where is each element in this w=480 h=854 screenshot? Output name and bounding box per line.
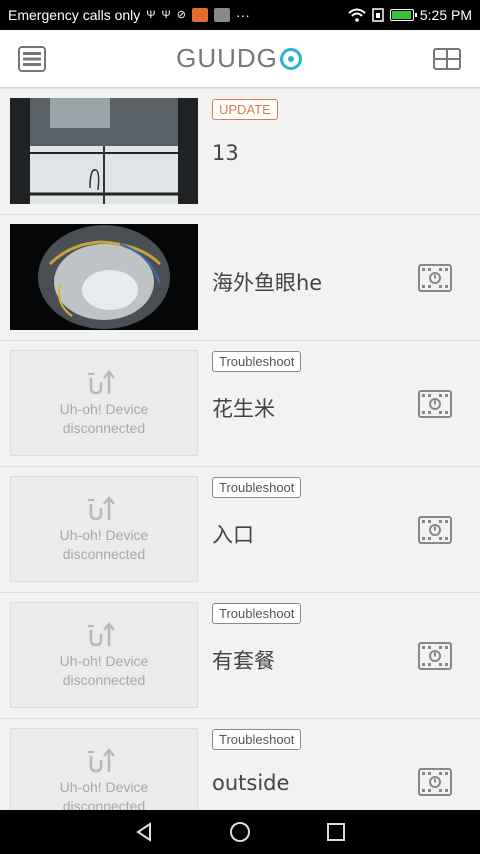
logo-text: GUUDG [176, 43, 278, 73]
device-row[interactable]: Uh-oh! Device disconnected Troubleshoot … [0, 719, 480, 810]
device-row[interactable]: 海外鱼眼he [0, 215, 480, 341]
disconnected-icon [88, 370, 115, 395]
disconnected-line2: disconnected [62, 798, 146, 810]
back-button[interactable] [131, 819, 157, 845]
device-thumbnail-disconnected[interactable]: Uh-oh! Device disconnected [10, 476, 198, 582]
app-logo: GUUDG [176, 43, 302, 74]
device-thumbnail-disconnected[interactable]: Uh-oh! Device disconnected [10, 728, 198, 810]
device-row[interactable]: Uh-oh! Device disconnected Troubleshoot … [0, 341, 480, 467]
troubleshoot-badge[interactable]: Troubleshoot [212, 477, 302, 498]
video-playback-icon[interactable] [418, 768, 452, 796]
disconnected-icon [88, 748, 115, 773]
device-name: outside [212, 771, 290, 795]
usb-icon: Ψ [146, 8, 156, 21]
device-row[interactable]: Uh-oh! Device disconnected Troubleshoot … [0, 467, 480, 593]
troubleshoot-badge[interactable]: Troubleshoot [212, 351, 302, 372]
carrier-text: Emergency calls only [8, 7, 141, 23]
clock: 5:25 PM [419, 7, 472, 23]
update-badge[interactable]: UPDATE [212, 99, 278, 120]
disconnected-line1: Uh-oh! Device [59, 527, 149, 543]
app-header: GUUDG [0, 30, 480, 88]
disconnected-icon [88, 496, 115, 521]
wifi-icon [348, 8, 366, 22]
recents-button[interactable] [323, 819, 349, 845]
disconnected-icon [88, 622, 115, 647]
status-left: Emergency calls only Ψ Ψ ⊘ ··· [8, 7, 348, 23]
logo-o-icon [279, 47, 302, 70]
image-notification-icon [213, 8, 230, 22]
troubleshoot-badge[interactable]: Troubleshoot [212, 729, 302, 750]
device-row[interactable]: Uh-oh! Device disconnected Troubleshoot … [0, 593, 480, 719]
device-thumbnail-disconnected[interactable]: Uh-oh! Device disconnected [10, 602, 198, 708]
video-playback-icon[interactable] [418, 642, 452, 670]
video-playback-icon[interactable] [418, 516, 452, 544]
device-thumbnail-disconnected[interactable]: Uh-oh! Device disconnected [10, 350, 198, 456]
disconnected-line2: disconnected [62, 546, 146, 562]
status-bar: Emergency calls only Ψ Ψ ⊘ ··· 5:25 PM [0, 0, 480, 30]
status-right: 5:25 PM [348, 7, 472, 23]
grid-view-icon[interactable] [432, 45, 462, 73]
system-nav-bar [0, 810, 480, 854]
device-row[interactable]: UPDATE 13 [0, 89, 480, 215]
device-list: UPDATE 13 海外鱼眼he Uh-oh! Device disconnec… [0, 89, 480, 810]
disconnected-line1: Uh-oh! Device [59, 779, 149, 795]
app-notification-icon [191, 8, 208, 22]
disconnected-line2: disconnected [62, 420, 146, 436]
device-name: 有套餐 [212, 649, 275, 673]
device-thumbnail[interactable] [10, 224, 198, 330]
home-button[interactable] [227, 819, 253, 845]
sim-icon [372, 8, 384, 22]
device-name: 花生米 [212, 397, 275, 421]
disconnected-line2: disconnected [62, 672, 146, 688]
battery-icon [389, 9, 417, 21]
video-playback-icon[interactable] [418, 390, 452, 418]
more-notifications-text: ··· [235, 7, 250, 23]
video-playback-icon[interactable] [418, 264, 452, 292]
device-name: 海外鱼眼he [212, 271, 323, 295]
disconnected-line1: Uh-oh! Device [59, 401, 149, 417]
device-name: 13 [212, 141, 239, 165]
disconnected-line1: Uh-oh! Device [59, 653, 149, 669]
device-thumbnail[interactable] [10, 98, 198, 204]
usb-icon-2: Ψ [161, 8, 171, 21]
menu-icon[interactable] [18, 45, 46, 73]
troubleshoot-badge[interactable]: Troubleshoot [212, 603, 302, 624]
device-name: 入口 [212, 523, 254, 547]
sync-icon: ⊘ [176, 8, 186, 21]
